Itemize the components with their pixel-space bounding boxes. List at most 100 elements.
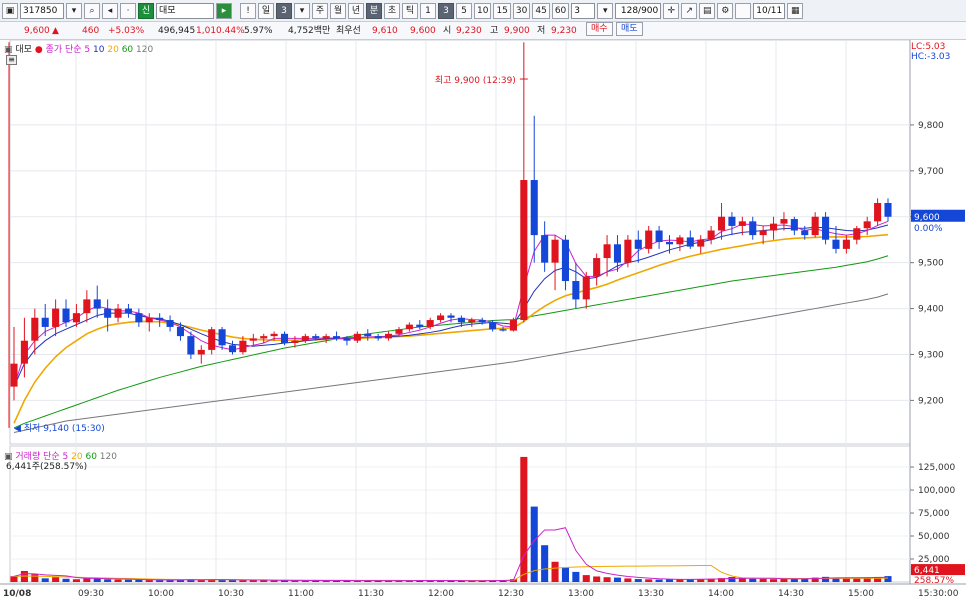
low-label: 저 <box>537 26 546 36</box>
alert-button[interactable]: ! <box>240 2 256 19</box>
volume-current-value: 6,441주(258.57%) <box>6 462 88 472</box>
period-year-button[interactable]: 년 <box>348 2 364 19</box>
candle-body <box>582 276 590 300</box>
crosshair-icon[interactable]: ✛ <box>663 2 680 19</box>
candle-body <box>260 336 268 339</box>
volume-bar <box>593 576 601 582</box>
candle-body <box>426 320 434 327</box>
more-icon[interactable]: · <box>120 2 136 19</box>
name-arrow-icon[interactable]: ▸ <box>216 2 232 19</box>
time-tick-label: 09:30 <box>78 589 104 599</box>
time-tick-label: 14:00 <box>708 589 734 599</box>
trade-amount: 4,752백만 <box>288 26 331 36</box>
time-tick-label: 15:30:00 <box>918 589 959 599</box>
interval-5-button[interactable]: 5 <box>456 2 472 19</box>
window-icon[interactable]: ▣ <box>2 2 18 19</box>
price-tick-label: 9,300 <box>918 350 944 360</box>
period-month-button[interactable]: 월 <box>330 2 346 19</box>
candle-body <box>530 180 538 236</box>
trend-tool-icon[interactable]: ↗ <box>681 2 698 19</box>
candle-body <box>312 336 320 339</box>
legend-ma-label: 종가 단순 <box>45 45 82 55</box>
candle-body <box>114 308 122 318</box>
volume-tick-label: 25,000 <box>918 555 950 565</box>
current-volume-pct-label: 258.57% <box>914 576 954 586</box>
candle-body <box>374 336 382 339</box>
price-tick-label: 9,700 <box>918 167 944 177</box>
interval-45-button[interactable]: 45 <box>532 2 550 19</box>
candle-body <box>874 202 882 222</box>
candle-body <box>395 329 403 334</box>
time-tick-label: 12:30 <box>498 589 524 599</box>
code-dropdown-icon[interactable]: ▾ <box>66 2 82 19</box>
candle-body <box>145 317 153 323</box>
candle-body <box>364 333 372 337</box>
date-checkbox[interactable] <box>735 2 752 19</box>
current-pct-label: 0.00% <box>914 224 943 234</box>
calendar-icon[interactable]: ▦ <box>787 2 804 19</box>
stock-code-input[interactable]: 317850 <box>20 2 64 19</box>
volume-bar <box>634 579 642 582</box>
interval-10-button[interactable]: 10 <box>474 2 492 19</box>
sell-button[interactable]: 매도 <box>616 22 643 36</box>
candle-body <box>10 363 18 387</box>
volume-bar <box>541 545 549 582</box>
candle-body <box>676 237 684 245</box>
date-field[interactable]: 10/11 <box>753 2 786 19</box>
legend-toggle-icon[interactable]: ≡ <box>6 55 17 65</box>
turnover-rate: 5.97% <box>244 26 273 36</box>
price-tick-label: 9,400 <box>918 305 944 315</box>
volume-panel <box>9 445 911 583</box>
volume-bar <box>93 578 101 582</box>
time-tick-label: 13:30 <box>638 589 664 599</box>
candle-body <box>239 340 247 353</box>
period-tick-button[interactable]: 틱 <box>402 2 418 19</box>
period-selected-button[interactable]: 3 <box>276 2 292 19</box>
candle-body <box>697 239 705 247</box>
interval-dropdown-icon[interactable]: ▾ <box>597 2 614 19</box>
high-price: 9,900 <box>504 26 530 36</box>
count-field[interactable]: 128/900 <box>615 2 662 19</box>
time-tick-label: 11:00 <box>288 589 314 599</box>
candle-body <box>624 239 632 263</box>
chart-area[interactable]: 9,800 9,700 9,600 9,500 9,400 9,300 9,200 125,0… <box>0 40 966 599</box>
speaker-icon[interactable]: ◂ <box>102 2 118 19</box>
buy-button[interactable]: 매수 <box>586 22 613 36</box>
candle-body <box>770 223 778 231</box>
volume-bar <box>145 580 153 582</box>
candle-body <box>301 336 309 341</box>
stock-name-field[interactable]: 대모 <box>156 2 214 19</box>
time-tick-label: 13:00 <box>568 589 594 599</box>
candle-body <box>93 299 101 309</box>
interval-60-button[interactable]: 60 <box>551 2 570 19</box>
candle-body <box>749 221 757 236</box>
settings-icon[interactable]: ⚙ <box>717 2 734 19</box>
interval-3-button[interactable]: 3 <box>438 2 454 19</box>
search-icon[interactable]: ⌕ <box>84 2 100 19</box>
period-minute-button[interactable]: 분 <box>366 2 382 19</box>
volume-bar <box>780 578 788 582</box>
candle-body <box>187 336 195 355</box>
volume-bar <box>10 576 18 582</box>
lc-label: LC:5.03 <box>911 42 946 52</box>
interval-15-button[interactable]: 15 <box>493 2 511 19</box>
candle-body <box>509 320 517 331</box>
period-dropdown-icon[interactable]: ▾ <box>294 2 310 19</box>
save-icon[interactable]: ▤ <box>699 2 716 19</box>
period-week-button[interactable]: 주 <box>312 2 328 19</box>
volume-bar <box>520 456 528 582</box>
volume-tick-label: 75,000 <box>918 509 950 519</box>
period-second-button[interactable]: 초 <box>384 2 400 19</box>
period-day-button[interactable]: 일 <box>258 2 274 19</box>
candle-body <box>655 230 663 242</box>
candle-body <box>353 333 361 341</box>
candle-body <box>686 237 694 247</box>
interval-30-button[interactable]: 30 <box>512 2 531 19</box>
candle-body <box>572 281 580 300</box>
candle-body <box>665 242 674 245</box>
volume-bar <box>842 578 850 582</box>
interval-1-button[interactable]: 1 <box>420 2 436 19</box>
time-tick-label: 11:30 <box>358 589 384 599</box>
high-annotation: 최고 9,900 (12:39) <box>435 75 516 86</box>
interval-input[interactable]: 3 <box>571 2 596 19</box>
